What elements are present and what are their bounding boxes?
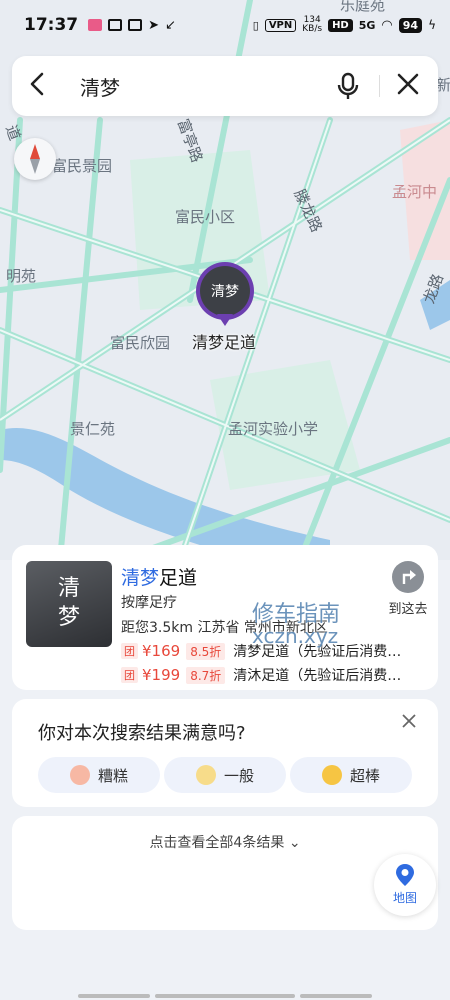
status-time: 17:37 (24, 15, 79, 35)
map-label-xin: 新 (436, 76, 450, 94)
search-divider (379, 75, 380, 97)
navigate-label: 到这去 (388, 602, 428, 617)
deal-price: ¥169 (142, 642, 181, 660)
deal-discount: 8.5折 (186, 642, 226, 660)
shop-name[interactable]: 清梦足道 (121, 563, 197, 590)
hd-badge: HD (328, 18, 353, 32)
feedback-ok-label: 一般 (223, 766, 254, 785)
nav-handle (155, 994, 295, 998)
vibrate-icon: ▯ (252, 18, 259, 32)
feedback-bad-label: 糟糕 (97, 766, 128, 785)
location-pin-icon (395, 863, 415, 887)
route-arrow-icon (392, 561, 424, 593)
microphone-icon[interactable] (333, 71, 363, 101)
marker-icon-text: 清梦 (200, 266, 250, 316)
thumb-char: 清 (57, 576, 80, 602)
vpn-badge: VPN (264, 18, 297, 32)
status-right: ▯ VPN 134 KB/s HD 5G ◠ 94 ϟ (253, 16, 436, 34)
notification-icons: ➤ ↙ (88, 18, 176, 33)
map-view-button[interactable]: 地图 (374, 854, 436, 916)
map-label-jingren-yuan: 景仁苑 (70, 420, 116, 438)
map-label-menghe-school: 孟河实验小学 (228, 420, 319, 438)
deal-price: ¥199 (142, 666, 181, 684)
neutral-face-icon (195, 765, 216, 785)
deal-item[interactable]: 团 ¥199 8.7折 清沐足道（先验证后消费… (121, 665, 411, 685)
marker-label[interactable]: 清梦足道 (192, 329, 256, 353)
deal-discount: 8.7折 (186, 666, 226, 684)
charging-icon: ϟ (428, 18, 436, 32)
thumb-char: 梦 (57, 605, 80, 630)
search-input[interactable]: 清梦 (80, 72, 333, 101)
more-results-card: 点击查看全部4条结果 ⌄ (12, 816, 438, 930)
send-icon: ➤ (148, 17, 160, 33)
watermark-url: xczn.xyz (252, 624, 339, 649)
map-label-fumin-xiaoqu: 富民小区 (175, 208, 236, 226)
map-label-mingyuan: 明苑 (6, 267, 37, 285)
group-buy-tag: 团 (121, 643, 138, 659)
group-buy-tag: 团 (121, 667, 138, 683)
feedback-card: 你对本次搜索结果满意吗? 糟糕 一般 超棒 (12, 699, 438, 807)
deal-name: 清沐足道（先验证后消费… (233, 668, 402, 684)
app-notification-icon (88, 19, 103, 31)
view-all-results-link[interactable]: 点击查看全部4条结果 ⌄ (12, 832, 438, 852)
missed-call-icon: ↙ (165, 17, 176, 33)
shop-thumbnail[interactable]: 清 梦 (26, 561, 112, 647)
map-button-label: 地图 (392, 891, 417, 905)
feedback-ok-button[interactable]: 一般 (164, 757, 286, 793)
map-label-menghe-middle: 孟河中 (392, 183, 438, 201)
feedback-bad-button[interactable]: 糟糕 (38, 757, 160, 793)
search-bar[interactable]: 清梦 (12, 56, 438, 116)
angry-face-icon (69, 765, 90, 785)
marker-pointer (217, 314, 233, 326)
map-label-fumin-xinyuan: 富民欣园 (110, 334, 171, 352)
wifi-icon: ◠ (381, 17, 393, 33)
compass-icon[interactable] (14, 138, 56, 180)
map-label-fumin-jingyuan: 富民景园 (52, 157, 113, 175)
signal-label: 5G (358, 18, 376, 32)
chevron-down-icon: ⌄ (288, 835, 301, 851)
navigate-button[interactable]: 到这去 (384, 561, 432, 617)
feedback-great-label: 超棒 (349, 766, 380, 785)
net-speed: 134 KB/s (302, 15, 323, 34)
watermark: 修车指南 xczn.xyz (252, 603, 340, 647)
feedback-great-button[interactable]: 超棒 (290, 757, 412, 793)
shop-name-highlight: 清梦 (121, 567, 160, 589)
app-notification-icon (128, 19, 143, 31)
view-all-label: 点击查看全部4条结果 (149, 835, 285, 851)
app-notification-icon (108, 19, 123, 31)
close-icon[interactable] (402, 709, 416, 734)
shop-name-rest: 足道 (159, 567, 198, 589)
status-bar: 17:37 ➤ ↙ ▯ VPN 134 KB/s HD 5G ◠ 94 ϟ (0, 0, 450, 50)
watermark-text: 修车指南 (252, 602, 341, 627)
poi-marker[interactable]: 清梦 (196, 262, 254, 320)
nav-handle (78, 994, 150, 998)
close-icon[interactable] (394, 72, 422, 101)
happy-face-icon (321, 765, 342, 785)
battery-level: 94 (398, 17, 423, 33)
back-arrow-icon[interactable] (28, 71, 58, 102)
nav-handle (300, 994, 372, 998)
result-card[interactable]: 清 梦 清梦足道 按摩足疗 距您3.5km 江苏省 常州市新北区 团 ¥169 … (12, 545, 438, 690)
feedback-question: 你对本次搜索结果满意吗? (38, 723, 246, 744)
shop-category: 按摩足疗 (121, 595, 177, 611)
